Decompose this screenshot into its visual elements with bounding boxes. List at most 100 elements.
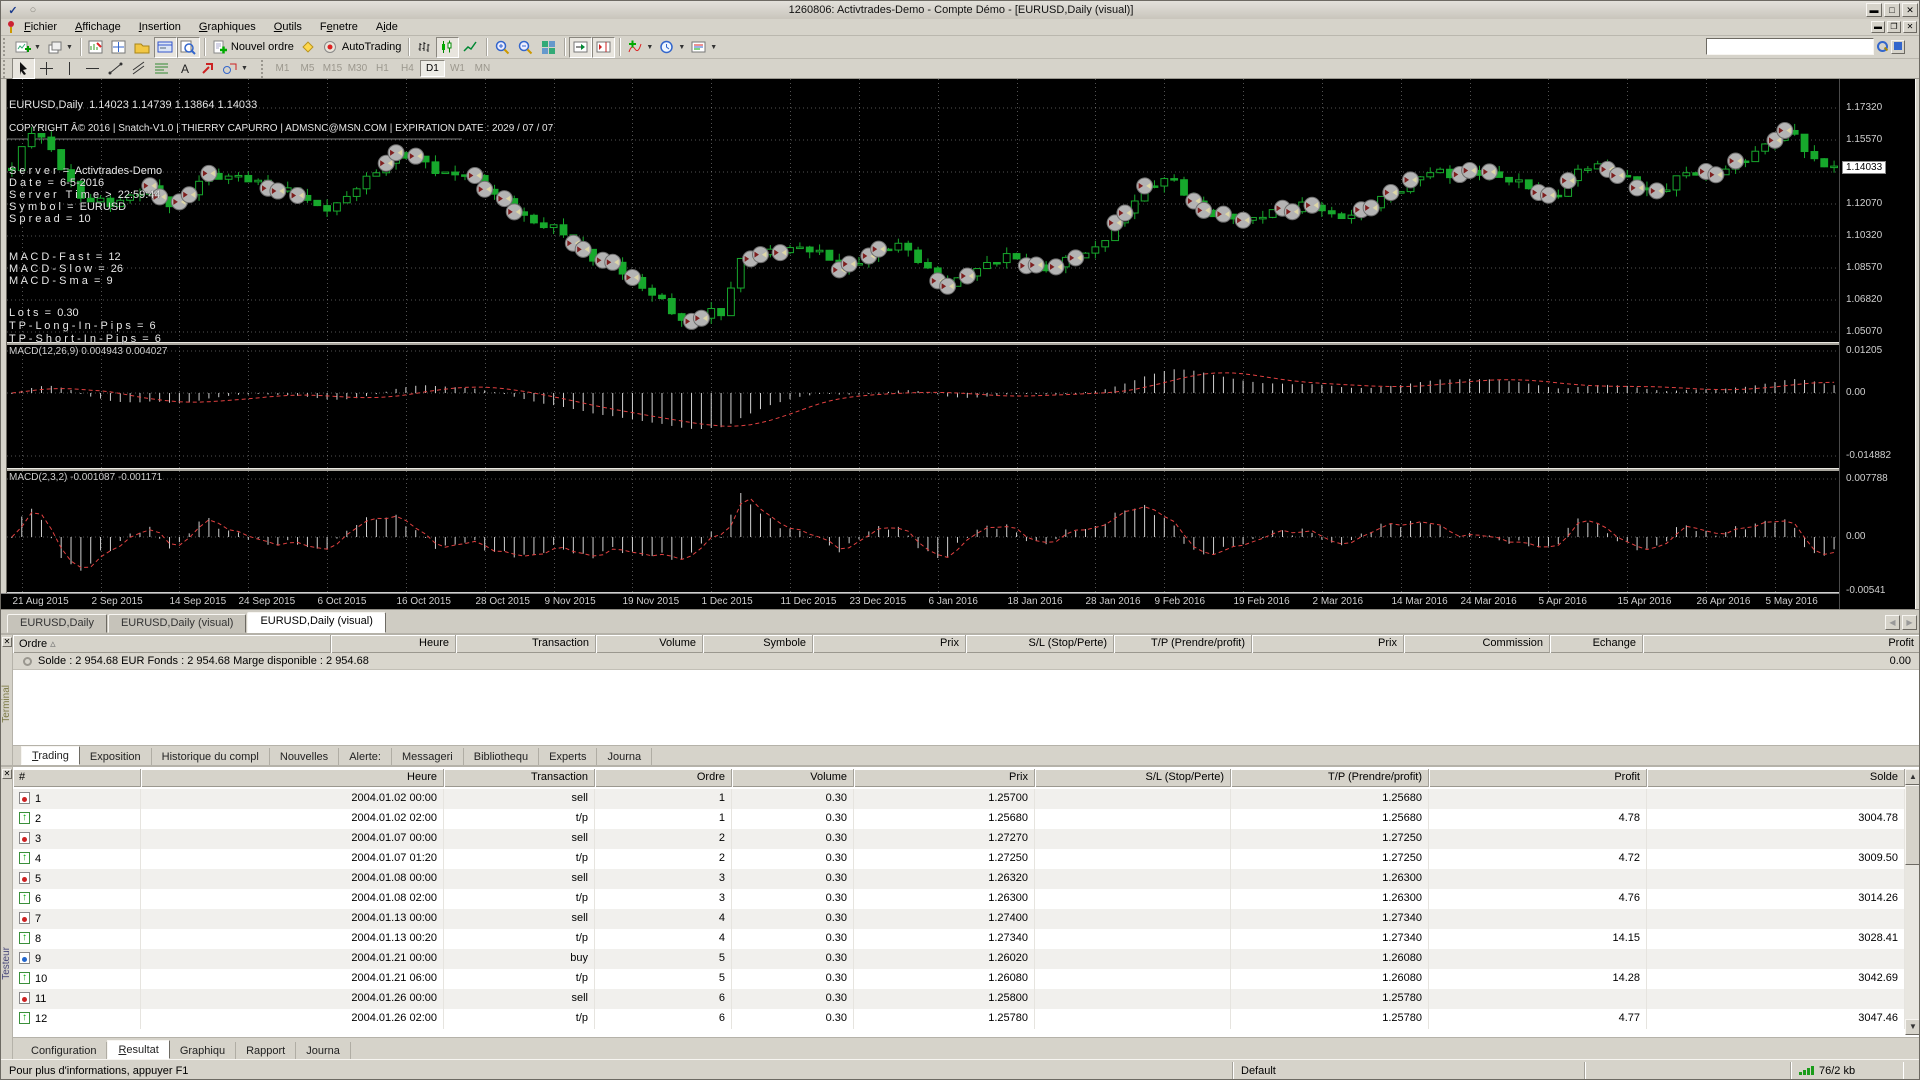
tester-tab-graphiqu[interactable]: Graphiqu [170, 1042, 236, 1059]
tester-column-solde[interactable]: Solde [1647, 769, 1905, 787]
metaeditor-button[interactable] [297, 37, 320, 58]
tester-column-prix[interactable]: Prix [854, 769, 1035, 787]
timeframe-mn-button[interactable]: MN [470, 60, 495, 77]
terminal-column-echange[interactable]: Echange [1550, 635, 1643, 653]
tester-column-s-l-stop-perte-[interactable]: S/L (Stop/Perte) [1035, 769, 1231, 787]
chart-shift-button[interactable] [592, 37, 615, 58]
chart-tab[interactable]: EURUSD,Daily (visual) [247, 612, 385, 633]
tester-row[interactable]: 82004.01.13 00:20t/p40.301.273401.273401… [13, 929, 1905, 949]
terminal-column-ordre[interactable]: Ordre ▵ [13, 635, 331, 653]
timeframe-m1-button[interactable]: M1 [270, 60, 295, 77]
tester-row[interactable]: 52004.01.08 00:00sell30.301.263201.26300 [13, 869, 1905, 889]
horizontal-line-button[interactable] [81, 58, 104, 79]
terminal-column-transaction[interactable]: Transaction [456, 635, 596, 653]
menu-affichage[interactable]: Affichage [66, 20, 130, 34]
chart-tab[interactable]: EURUSD,Daily (visual) [108, 614, 246, 633]
terminal-column-commission[interactable]: Commission [1404, 635, 1550, 653]
terminal-tab-bibliothequ[interactable]: Bibliothequ [464, 748, 539, 765]
periods-button[interactable]: ▼ [656, 37, 688, 58]
tile-windows-button[interactable] [537, 37, 560, 58]
tester-tab-configuration[interactable]: Configuration [21, 1042, 107, 1059]
trendline-button[interactable] [104, 58, 127, 79]
tester-row[interactable]: 122004.01.26 02:00t/p60.301.257801.25780… [13, 1009, 1905, 1029]
tester-row[interactable]: 112004.01.26 00:00sell60.301.258001.2578… [13, 989, 1905, 1009]
menu-fenetre[interactable]: Fenetre [311, 20, 367, 34]
balance-row[interactable]: Solde : 2 954.68 EUR Fonds : 2 954.68 Ma… [13, 653, 1920, 670]
terminal-tab-alerte-[interactable]: Alerte: [339, 748, 392, 765]
terminal-column-profit[interactable]: Profit [1643, 635, 1920, 653]
tester-column-profit[interactable]: Profit [1429, 769, 1647, 787]
terminal-column-t-p-prendre-profit-[interactable]: T/P (Prendre/profit) [1114, 635, 1252, 653]
terminal-button[interactable] [154, 37, 177, 58]
tester-column-ordre[interactable]: Ordre [595, 769, 732, 787]
tester-row[interactable]: 32004.01.07 00:00sell20.301.272701.27250 [13, 829, 1905, 849]
tester-row[interactable]: 62004.01.08 02:00t/p30.301.263001.263004… [13, 889, 1905, 909]
zoom-in-button[interactable] [491, 37, 514, 58]
timeframe-m30-button[interactable]: M30 [345, 60, 370, 77]
tester-tab-resultat[interactable]: Resultat [107, 1040, 169, 1059]
chart-tabs-scroll-right-icon[interactable]: ▶ [1902, 615, 1917, 630]
profiles-button[interactable]: ▼ [44, 37, 76, 58]
tester-column-volume[interactable]: Volume [732, 769, 854, 787]
terminal-tab-historique-du-compl[interactable]: Historique du compl [152, 748, 270, 765]
terminal-tab-messageri[interactable]: Messageri [392, 748, 464, 765]
minimize-button[interactable]: ▬ [1866, 3, 1882, 17]
zoom-out-button[interactable] [514, 37, 537, 58]
tester-column-num[interactable]: # [13, 769, 141, 787]
chart-tab[interactable]: EURUSD,Daily [7, 614, 107, 633]
tester-column-heure[interactable]: Heure [141, 769, 444, 787]
scroll-up-icon[interactable]: ▲ [1905, 769, 1920, 785]
text-label-button[interactable]: A [173, 58, 196, 79]
scroll-down-icon[interactable]: ▼ [1905, 1019, 1920, 1035]
tester-row[interactable]: 12004.01.02 00:00sell10.301.257001.25680 [13, 789, 1905, 809]
date-axis[interactable]: 21 Aug 20152 Sep 201514 Sep 201524 Sep 2… [1, 593, 1839, 609]
toolbar-grip[interactable] [3, 38, 10, 56]
menu-fichier[interactable]: Fichier [15, 20, 66, 34]
cursor-button[interactable] [12, 58, 35, 79]
tester-row[interactable]: 72004.01.13 00:00sell40.301.274001.27340 [13, 909, 1905, 929]
tester-row[interactable]: 22004.01.02 02:00t/p10.301.256801.256804… [13, 809, 1905, 829]
templates-button[interactable]: ▼ [688, 37, 720, 58]
status-profile[interactable]: Default [1233, 1062, 1585, 1080]
search-input[interactable] [1706, 38, 1874, 55]
tester-close-icon[interactable]: ✕ [2, 769, 12, 779]
toolbar-grip[interactable] [3, 60, 10, 78]
chart-candles-button[interactable] [436, 37, 459, 58]
maximize-button[interactable]: □ [1884, 3, 1900, 17]
timeframe-w1-button[interactable]: W1 [445, 60, 470, 77]
fibonacci-button[interactable] [150, 58, 173, 79]
timeframe-m15-button[interactable]: M15 [320, 60, 345, 77]
menu-aide[interactable]: Aide [367, 20, 407, 34]
tester-column-t-p-prendre-profit-[interactable]: T/P (Prendre/profit) [1231, 769, 1429, 787]
shapes-button[interactable]: ▼ [219, 58, 251, 79]
indicators-button[interactable]: ▼ [624, 37, 656, 58]
market-watch-button[interactable] [85, 37, 108, 58]
mdi-restore-button[interactable]: ❐ [1887, 21, 1901, 33]
menu-graphiques[interactable]: Graphiques [190, 20, 265, 34]
timeframe-h4-button[interactable]: H4 [395, 60, 420, 77]
terminal-column-prix[interactable]: Prix [813, 635, 966, 653]
mdi-close-button[interactable]: ✕ [1903, 21, 1917, 33]
terminal-column-prix[interactable]: Prix [1252, 635, 1404, 653]
vertical-line-button[interactable] [58, 58, 81, 79]
tester-row[interactable]: 92004.01.21 00:00buy50.301.260201.26080 [13, 949, 1905, 969]
community-button[interactable] [1891, 40, 1905, 54]
tester-row[interactable]: 102004.01.21 06:00t/p50.301.260801.26080… [13, 969, 1905, 989]
terminal-tab-exposition[interactable]: Exposition [80, 748, 152, 765]
terminal-column-s-l-stop-perte-[interactable]: S/L (Stop/Perte) [966, 635, 1114, 653]
arrow-styles-button[interactable] [196, 58, 219, 79]
data-window-button[interactable] [108, 37, 131, 58]
terminal-tab-nouvelles[interactable]: Nouvelles [270, 748, 339, 765]
crosshair-button[interactable] [35, 58, 58, 79]
chart-line-button[interactable] [459, 37, 482, 58]
tester-row[interactable]: 42004.01.07 01:20t/p20.301.272501.272504… [13, 849, 1905, 869]
chart-canvas[interactable]: EURUSD,Daily 1.14023 1.14739 1.13864 1.1… [7, 79, 1839, 593]
autotrading-button[interactable]: AutoTrading [320, 37, 405, 58]
tester-tab-journa[interactable]: Journa [296, 1042, 351, 1059]
timeframe-d1-button[interactable]: D1 [420, 60, 445, 77]
search-icon[interactable] [1877, 41, 1888, 52]
navigator-button[interactable] [131, 37, 154, 58]
mdi-minimize-button[interactable]: ▬ [1871, 21, 1885, 33]
new-order-button[interactable]: Nouvel ordre [209, 37, 297, 58]
menu-insertion[interactable]: Insertion [130, 20, 190, 34]
